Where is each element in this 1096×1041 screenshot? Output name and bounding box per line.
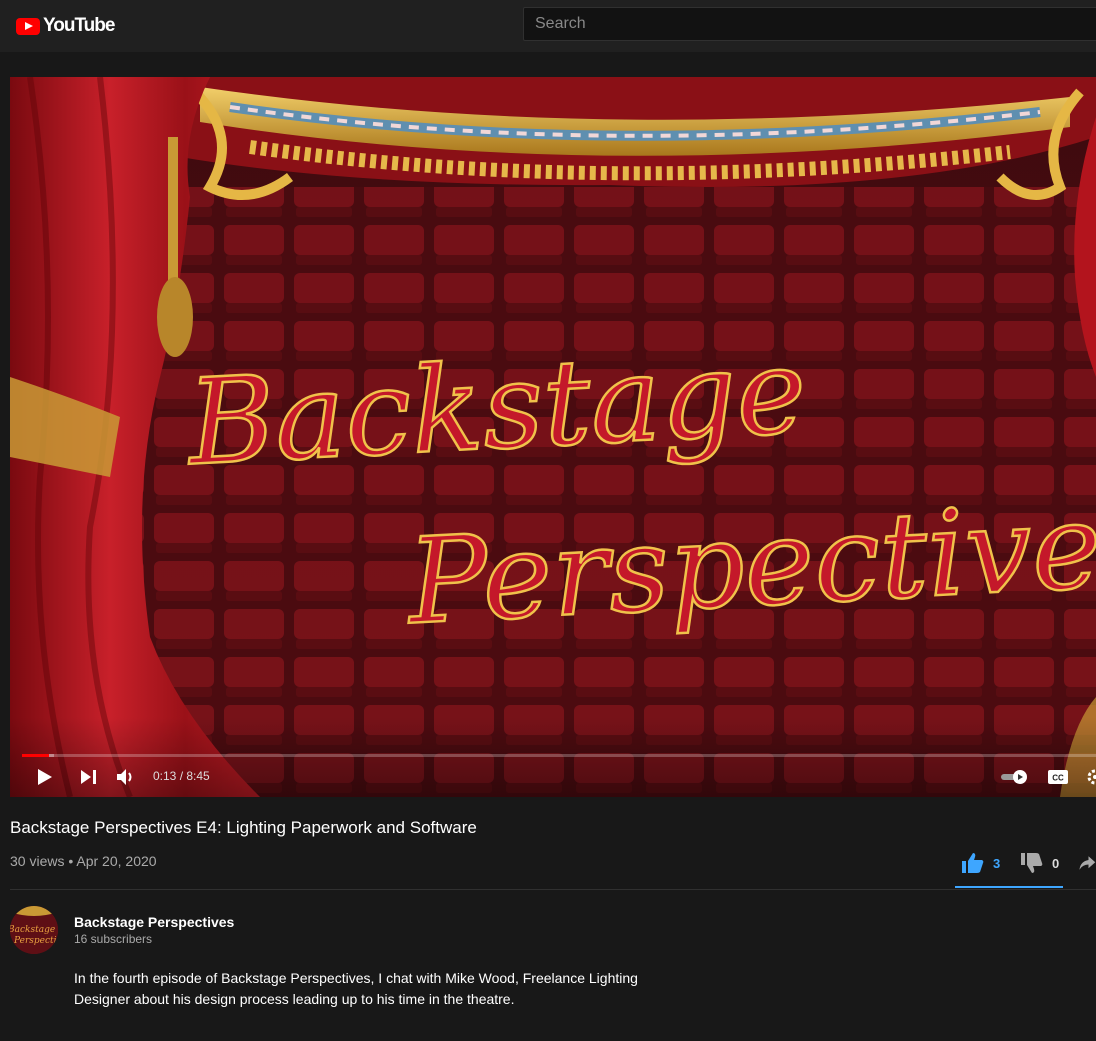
svg-text:CC: CC xyxy=(1052,774,1064,783)
logo-text: YouTube xyxy=(43,15,115,36)
avatar-image: Backstage Perspectives xyxy=(10,906,58,954)
like-icon xyxy=(962,853,984,873)
avatar[interactable]: Backstage Perspectives xyxy=(10,906,58,954)
like-count: 3 xyxy=(993,855,1001,871)
dislike-button[interactable]: 0 xyxy=(1020,852,1059,874)
share-icon[interactable] xyxy=(1078,852,1096,874)
play-icon[interactable] xyxy=(36,767,54,787)
search-input[interactable] xyxy=(523,7,1096,41)
youtube-logo[interactable]: YouTube xyxy=(16,15,115,37)
volume-icon[interactable] xyxy=(116,768,136,786)
controls-overlay xyxy=(10,717,1096,797)
video-player[interactable]: Backstage Perspectives 0:13 / 8:45 CC xyxy=(10,77,1096,797)
video-title: Backstage Perspectives E4: Lighting Pape… xyxy=(10,818,477,837)
video-description: In the fourth episode of Backstage Persp… xyxy=(74,968,674,1010)
top-bar: YouTube xyxy=(0,0,1096,52)
subscriber-count: 16 subscribers xyxy=(74,932,153,946)
dislike-icon xyxy=(1021,853,1043,873)
like-button[interactable]: 3 xyxy=(961,852,1000,874)
cc-icon[interactable]: CC xyxy=(1047,769,1069,785)
like-ratio-bar xyxy=(955,886,1063,888)
settings-icon[interactable] xyxy=(1086,768,1096,786)
divider xyxy=(10,889,1096,890)
avatar-text-2: Perspectives xyxy=(13,936,58,946)
channel-name[interactable]: Backstage Perspectives xyxy=(74,914,234,930)
video-meta: 30 views • Apr 20, 2020 xyxy=(10,853,157,869)
progress-played xyxy=(22,754,49,757)
progress-bar[interactable] xyxy=(22,754,1096,757)
avatar-text-1: Backstage xyxy=(10,925,55,935)
time-display: 0:13 / 8:45 xyxy=(153,769,210,783)
description-line: In the fourth episode of Backstage Persp… xyxy=(74,970,638,986)
next-icon[interactable] xyxy=(80,769,98,785)
dislike-count: 0 xyxy=(1052,855,1060,871)
like-dislike-group: 3 0 xyxy=(955,848,1063,888)
video-frame: Backstage Perspectives xyxy=(10,77,1096,797)
youtube-logo-icon xyxy=(16,17,40,35)
description-line: Designer about his design process leadin… xyxy=(74,991,515,1007)
autoplay-toggle-icon[interactable] xyxy=(1000,769,1030,785)
